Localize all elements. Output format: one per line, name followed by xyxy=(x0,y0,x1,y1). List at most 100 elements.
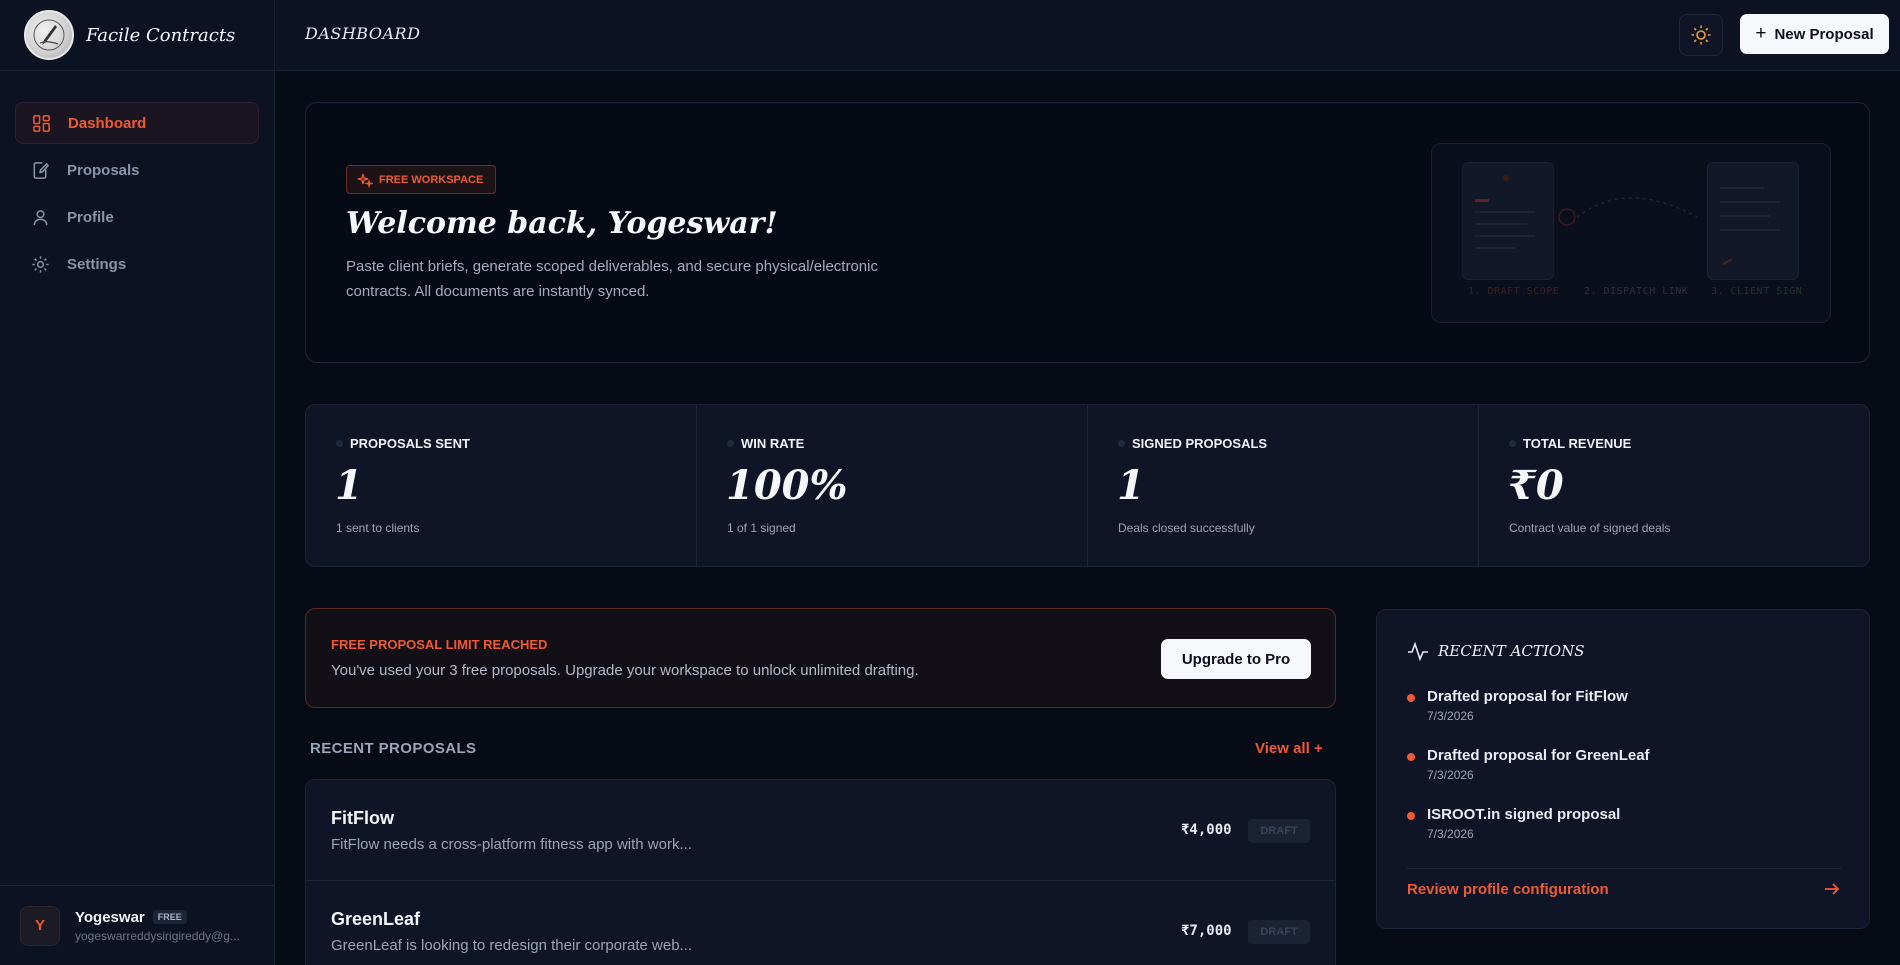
limit-banner: FREE PROPOSAL LIMIT REACHED You've used … xyxy=(305,608,1336,708)
list-item[interactable]: FitFlow FitFlow needs a cross-platform f… xyxy=(306,780,1335,881)
stat-proposals-sent: PROPOSALS SENT 1 1 sent to clients xyxy=(306,405,697,566)
bullet-dot xyxy=(1407,812,1415,820)
welcome-title: Welcome back, Yogeswar! xyxy=(346,206,778,241)
plus-icon: + xyxy=(1313,740,1323,757)
stats-panel: PROPOSALS SENT 1 1 sent to clients WIN R… xyxy=(305,404,1870,567)
action-date: 7/3/2026 xyxy=(1427,768,1474,782)
user-name: Yogeswar xyxy=(75,908,145,926)
proposal-description: FitFlow needs a cross-platform fitness a… xyxy=(331,836,692,853)
sidebar: Facile Contracts Dashboard Proposals Pro… xyxy=(0,0,275,965)
sidebar-item-label: Settings xyxy=(67,255,127,273)
user-icon xyxy=(33,209,48,225)
avatar: Y xyxy=(20,905,60,946)
review-profile-link[interactable]: Review profile configuration xyxy=(1407,880,1841,898)
brand[interactable]: Facile Contracts xyxy=(0,0,274,71)
stat-value: ₹0 xyxy=(1508,462,1564,509)
recent-proposals-heading: RECENT PROPOSALS xyxy=(310,740,477,757)
list-item: ISROOT.in signed proposal 7/3/2026 xyxy=(1407,806,1620,841)
welcome-panel: FREE WORKSPACE Welcome back, Yogeswar! P… xyxy=(305,102,1870,363)
recent-proposals-list: FitFlow FitFlow needs a cross-platform f… xyxy=(305,779,1336,965)
stat-dot xyxy=(336,440,343,447)
new-proposal-button[interactable]: + New Proposal xyxy=(1740,14,1889,54)
proposal-amount: ₹7,000 xyxy=(1181,923,1232,939)
workspace-badge: FREE WORKSPACE xyxy=(346,165,497,194)
recent-actions-title: RECENT ACTIONS xyxy=(1438,642,1585,660)
sparkle-icon xyxy=(357,173,373,188)
draft-document xyxy=(1462,162,1554,280)
action-title: Drafted proposal for FitFlow xyxy=(1427,688,1628,705)
limit-title: FREE PROPOSAL LIMIT REACHED xyxy=(331,637,548,652)
plus-icon: + xyxy=(1755,23,1767,44)
sidebar-item-label: Dashboard xyxy=(68,114,147,132)
user-profile-card[interactable]: Y Yogeswar FREE yogeswarreddysirigireddy… xyxy=(0,885,275,965)
list-item: Drafted proposal for FitFlow 7/3/2026 xyxy=(1407,688,1628,723)
new-proposal-label: New Proposal xyxy=(1774,25,1874,43)
proposal-name: FitFlow xyxy=(331,808,394,828)
sun-icon xyxy=(1691,25,1711,45)
step-dispatch-link: 2. DISPATCH LINK xyxy=(1584,286,1689,297)
stat-subtext: Contract value of signed deals xyxy=(1509,521,1671,535)
view-all-label: View all xyxy=(1255,740,1310,757)
user-email: yogeswarreddysirigireddy@g... xyxy=(75,928,240,943)
list-item: Drafted proposal for GreenLeaf 7/3/2026 xyxy=(1407,747,1650,782)
sidebar-nav: Dashboard Proposals Profile Settings xyxy=(0,71,274,285)
proposal-edit-icon xyxy=(33,161,50,179)
step-draft-scope: 1. DRAFT SCOPE xyxy=(1468,286,1560,297)
stat-total-revenue: TOTAL REVENUE ₹0 Contract value of signe… xyxy=(1479,405,1869,566)
theme-toggle-button[interactable] xyxy=(1679,14,1723,56)
dispatch-arrow-icon xyxy=(1558,197,1698,226)
stat-value: 1 xyxy=(1117,462,1145,509)
stat-subtext: 1 of 1 signed xyxy=(727,521,796,535)
action-date: 7/3/2026 xyxy=(1427,709,1474,723)
stat-label: TOTAL REVENUE xyxy=(1523,436,1632,451)
stat-value: 1 xyxy=(335,462,363,509)
action-date: 7/3/2026 xyxy=(1427,827,1474,841)
sidebar-item-proposals[interactable]: Proposals xyxy=(15,149,259,191)
stat-dot xyxy=(727,440,734,447)
page-title: DASHBOARD xyxy=(305,24,421,43)
stat-win-rate: WIN RATE 100% 1 of 1 signed xyxy=(697,405,1088,566)
sidebar-item-label: Profile xyxy=(67,208,114,226)
bullet-dot xyxy=(1407,753,1415,761)
upgrade-button[interactable]: Upgrade to Pro xyxy=(1161,639,1311,679)
stat-subtext: 1 sent to clients xyxy=(336,521,420,535)
stat-dot xyxy=(1509,440,1516,447)
signed-document xyxy=(1707,162,1799,280)
divider xyxy=(1407,868,1841,869)
dashboard-grid-icon xyxy=(33,114,50,132)
brand-logo xyxy=(24,10,74,60)
review-profile-label: Review profile configuration xyxy=(1407,880,1609,898)
stat-label: PROPOSALS SENT xyxy=(350,436,470,451)
action-title: ISROOT.in signed proposal xyxy=(1427,806,1621,823)
activity-pulse-icon xyxy=(1408,641,1428,662)
view-all-link[interactable]: View all + xyxy=(1255,740,1323,757)
stat-signed-proposals: SIGNED PROPOSALS 1 Deals closed successf… xyxy=(1088,405,1479,566)
stat-dot xyxy=(1118,440,1125,447)
welcome-description: Paste client briefs, generate scoped del… xyxy=(346,258,878,300)
arrow-right-icon xyxy=(1825,883,1840,895)
recent-actions-panel: RECENT ACTIONS Drafted proposal for FitF… xyxy=(1376,609,1870,929)
recent-actions-heading: RECENT ACTIONS xyxy=(1407,640,1585,662)
sidebar-item-settings[interactable]: Settings xyxy=(15,243,259,285)
stat-label: WIN RATE xyxy=(741,436,805,451)
list-item[interactable]: GreenLeaf GreenLeaf is looking to redesi… xyxy=(306,881,1335,965)
proposal-amount: ₹4,000 xyxy=(1181,822,1232,838)
status-badge: DRAFT xyxy=(1248,819,1310,843)
bullet-dot xyxy=(1407,694,1415,702)
plan-badge: FREE xyxy=(152,910,187,924)
action-title: Drafted proposal for GreenLeaf xyxy=(1427,747,1650,764)
stat-value: 100% xyxy=(726,462,848,509)
sidebar-item-profile[interactable]: Profile xyxy=(15,196,259,238)
sidebar-item-dashboard[interactable]: Dashboard xyxy=(15,102,259,144)
gear-icon xyxy=(32,255,49,273)
status-badge: DRAFT xyxy=(1248,920,1310,944)
limit-text: You've used your 3 free proposals. Upgra… xyxy=(331,662,919,679)
quill-logo-icon xyxy=(33,19,65,51)
proposal-name: GreenLeaf xyxy=(331,909,421,929)
topbar: DASHBOARD + New Proposal xyxy=(275,0,1900,71)
workspace-badge-label: FREE WORKSPACE xyxy=(379,173,484,186)
stat-subtext: Deals closed successfully xyxy=(1118,521,1255,535)
workflow-illustration: 1. DRAFT SCOPE 2. DISPATCH LINK 3. CLIEN… xyxy=(1431,143,1831,323)
step-client-sign: 3. CLIENT SIGN xyxy=(1711,286,1803,297)
brand-name: Facile Contracts xyxy=(86,24,236,46)
